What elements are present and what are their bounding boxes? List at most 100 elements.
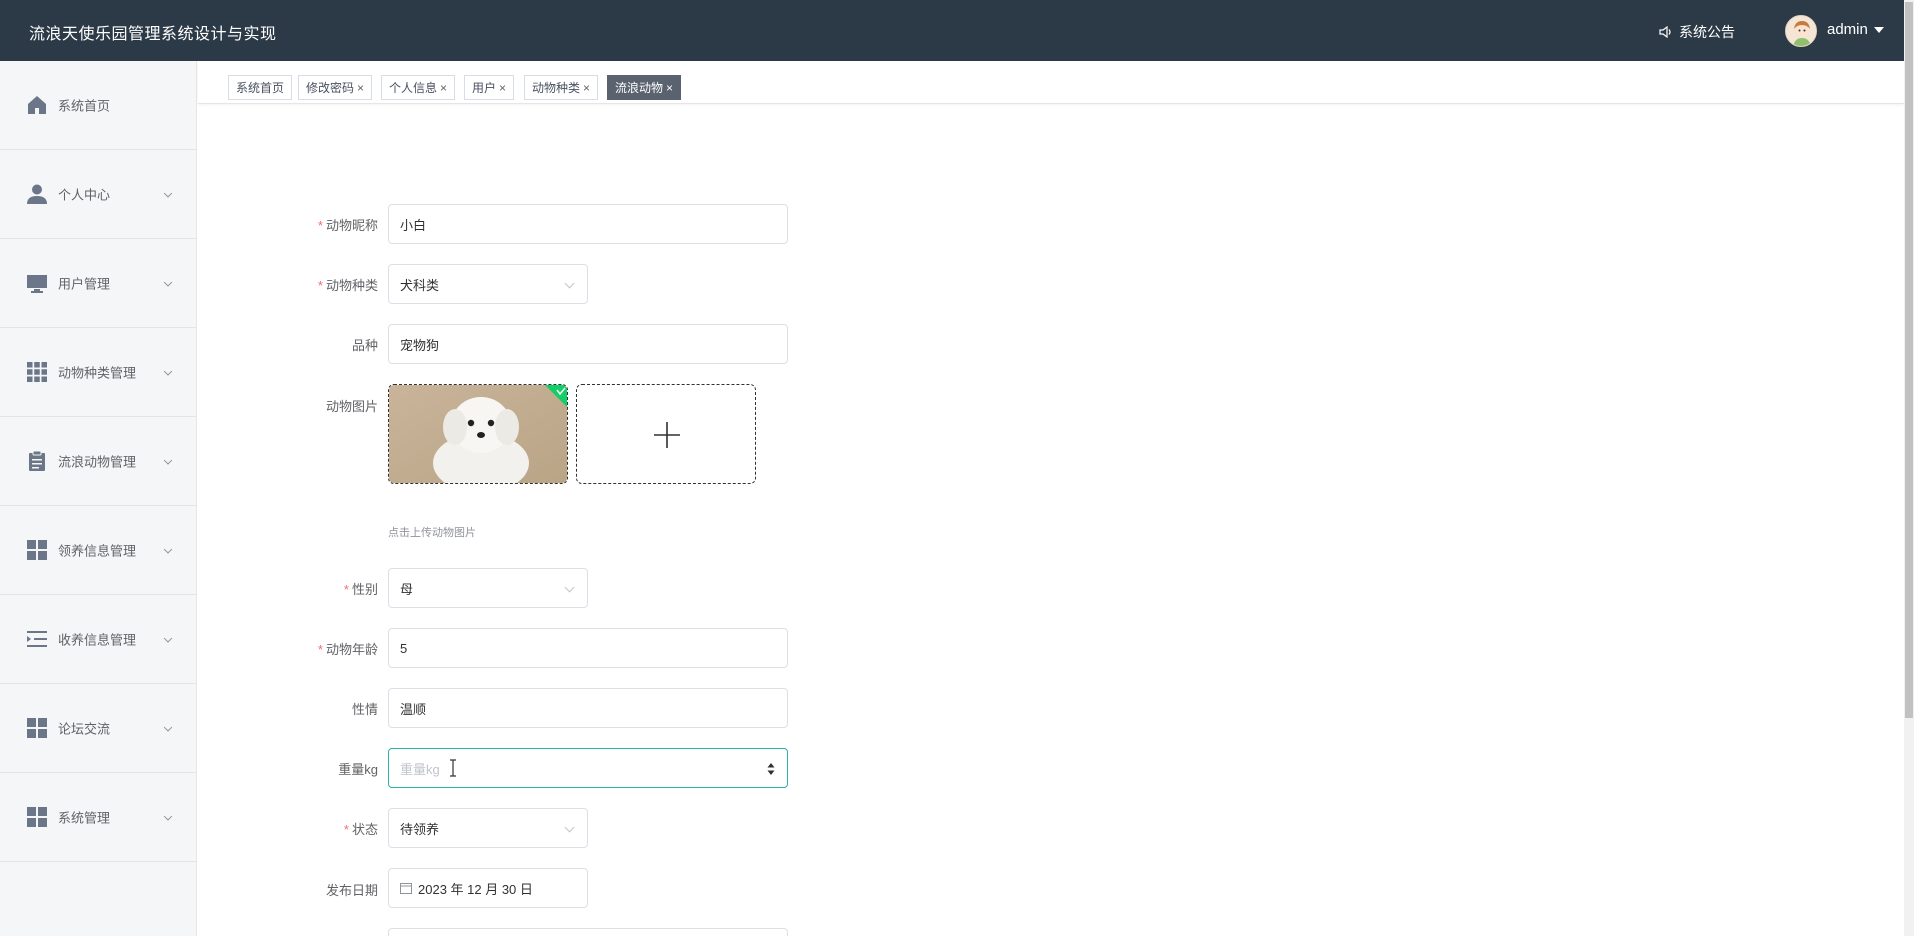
sidebar-item-label: 用户管理 xyxy=(58,276,111,292)
apps-icon xyxy=(27,718,47,738)
close-icon[interactable]: × xyxy=(583,81,590,95)
close-icon[interactable]: × xyxy=(357,81,364,95)
list-indent-icon xyxy=(27,631,47,647)
chevron-down-icon xyxy=(163,545,173,554)
number-spinner-icon[interactable] xyxy=(767,761,775,777)
age-input[interactable]: 5 xyxy=(388,628,788,668)
avatar[interactable] xyxy=(1785,15,1817,47)
chevron-down-icon xyxy=(564,582,575,593)
weight-placeholder: 重量kg xyxy=(400,761,440,777)
sidebar-item-label: 动物种类管理 xyxy=(58,365,137,381)
sidebar-item-label: 论坛交流 xyxy=(58,721,111,737)
clipboard-icon xyxy=(29,450,45,471)
close-icon[interactable]: × xyxy=(499,81,506,95)
required-mark: * xyxy=(317,642,323,657)
date-picker[interactable]: 2023 年 12 月 30 日 xyxy=(388,868,588,908)
app-title: 流浪天使乐园管理系统设计与实现 xyxy=(29,26,277,43)
uploaded-image-thumbnail[interactable] xyxy=(388,384,568,484)
sidebar-item-user-management[interactable]: 用户管理 xyxy=(0,239,197,328)
sidebar: 系统首页 个人中心 用户管理 动物种类管理 流浪动物管理 领养信息管理 收养信息… xyxy=(0,61,197,936)
tab-label: 个人信息 xyxy=(389,81,438,95)
upload-add-button[interactable] xyxy=(576,384,756,484)
sidebar-item-label: 个人中心 xyxy=(58,187,111,203)
status-label: * 状态 xyxy=(343,822,378,837)
tab-home[interactable]: 系统首页 xyxy=(228,75,293,100)
sidebar-item-forum[interactable]: 论坛交流 xyxy=(0,684,197,773)
system-notice-label: 系统公告 xyxy=(1679,24,1735,40)
chevron-down-icon xyxy=(163,367,173,376)
breed-label: 品种 xyxy=(351,338,378,353)
scrollbar-thumb[interactable] xyxy=(1905,2,1913,718)
sidebar-item-label: 流浪动物管理 xyxy=(58,454,137,470)
tab-animal-kind[interactable]: 动物种类 × xyxy=(524,75,599,100)
sidebar-item-label: 领养信息管理 xyxy=(58,543,137,559)
tab-stray-animal[interactable]: 流浪动物 × xyxy=(607,75,682,100)
chevron-down-icon xyxy=(163,189,173,198)
sidebar-item-animal-kind-management[interactable]: 动物种类管理 xyxy=(0,328,197,417)
image-label: 动物图片 xyxy=(325,399,378,414)
chevron-down-icon xyxy=(163,456,173,465)
temper-input[interactable]: 温顺 xyxy=(388,688,788,728)
tags-view-bar: 系统首页 修改密码 × 个人信息 × 用户 × 动物种类 × 流浪动物 × xyxy=(198,61,1904,104)
sidebar-item-home[interactable]: 系统首页 xyxy=(0,61,197,150)
sidebar-item-label: 系统首页 xyxy=(58,98,111,114)
close-icon[interactable]: × xyxy=(666,81,673,95)
home-icon xyxy=(28,96,46,114)
tab-personal-info[interactable]: 个人信息 × xyxy=(381,75,456,100)
kind-select[interactable]: 犬科类 xyxy=(388,264,588,304)
weight-label: 重量kg xyxy=(338,762,378,777)
tab-label: 动物种类 xyxy=(532,81,581,95)
tab-change-password[interactable]: 修改密码 × xyxy=(298,75,373,100)
chevron-down-icon xyxy=(564,278,575,289)
gender-label: * 性别 xyxy=(343,582,378,597)
date-value: 2023 年 12 月 30 日 xyxy=(418,881,533,897)
speaker-icon xyxy=(1659,26,1671,38)
chevron-down-icon xyxy=(163,812,173,821)
chevron-down-icon xyxy=(163,723,173,732)
user-icon xyxy=(27,184,47,204)
tab-label: 流浪动物 xyxy=(615,81,664,95)
caret-down-icon xyxy=(1873,26,1884,33)
breed-value: 宠物狗 xyxy=(400,337,440,353)
grid-icon xyxy=(27,362,47,382)
tab-user[interactable]: 用户 × xyxy=(464,75,515,100)
sidebar-item-foster-info-management[interactable]: 收养信息管理 xyxy=(0,595,197,684)
top-header: 流浪天使乐园管理系统设计与实现 系统公告 admin xyxy=(0,0,1904,61)
kind-value: 犬科类 xyxy=(400,277,440,293)
username-label: admin xyxy=(1827,21,1868,38)
close-icon[interactable]: × xyxy=(440,81,447,95)
status-select[interactable]: 待领养 xyxy=(388,808,588,848)
name-input[interactable]: 小白 xyxy=(388,204,788,244)
next-field-input[interactable] xyxy=(388,928,788,936)
age-label: * 动物年龄 xyxy=(317,642,378,657)
calendar-icon xyxy=(400,883,412,894)
kind-label: * 动物种类 xyxy=(317,278,378,293)
chevron-down-icon xyxy=(163,278,173,287)
sidebar-item-stray-animal-management[interactable]: 流浪动物管理 xyxy=(0,417,197,506)
user-menu[interactable]: admin xyxy=(1827,21,1884,38)
upload-tip: 点击上传动物图片 xyxy=(388,527,476,539)
sidebar-item-adoption-info-management[interactable]: 领养信息管理 xyxy=(0,506,197,595)
status-value: 待领养 xyxy=(400,821,440,837)
gender-value: 母 xyxy=(400,581,414,597)
temper-label: 性情 xyxy=(351,702,378,717)
gender-select[interactable]: 母 xyxy=(388,568,588,608)
required-mark: * xyxy=(317,218,323,233)
dog-photo xyxy=(389,385,567,483)
name-value: 小白 xyxy=(400,217,427,233)
breed-input[interactable]: 宠物狗 xyxy=(388,324,788,364)
weight-input[interactable]: 重量kg xyxy=(388,748,788,788)
chevron-down-icon xyxy=(564,822,575,833)
monitor-icon xyxy=(27,275,47,293)
sidebar-item-system-management[interactable]: 系统管理 xyxy=(0,773,197,862)
tab-label: 修改密码 xyxy=(306,81,355,95)
page-scrollbar[interactable] xyxy=(1904,0,1914,936)
tab-label: 系统首页 xyxy=(236,81,285,95)
tab-label: 用户 xyxy=(472,81,497,95)
sidebar-item-label: 收养信息管理 xyxy=(58,632,137,648)
avatar-image xyxy=(1786,16,1816,46)
sidebar-item-personal-center[interactable]: 个人中心 xyxy=(0,150,197,239)
apps-icon xyxy=(27,540,47,560)
required-mark: * xyxy=(317,278,323,293)
system-notice-link[interactable]: 系统公告 xyxy=(1659,22,1735,42)
